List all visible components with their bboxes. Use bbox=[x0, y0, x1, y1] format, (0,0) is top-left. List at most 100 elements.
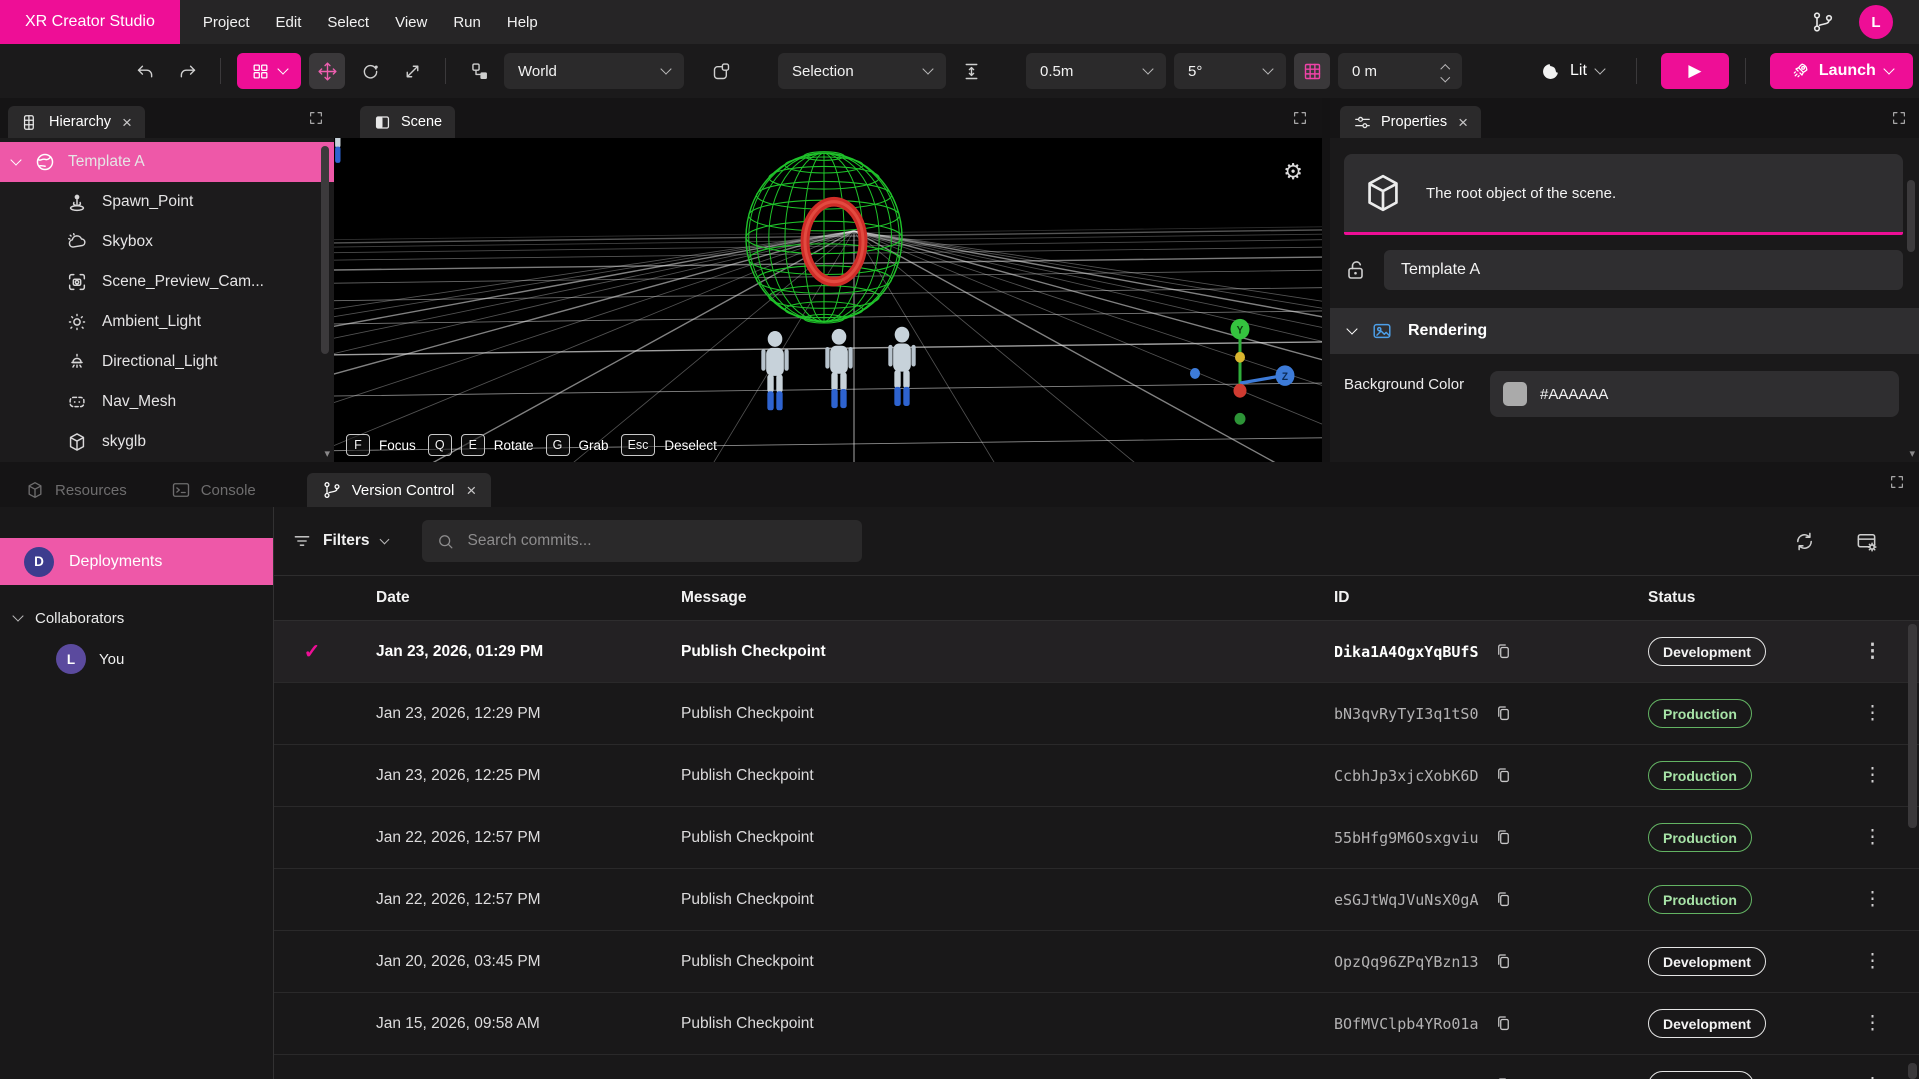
hierarchy-item-spawn-point[interactable]: Spawn_Point bbox=[0, 182, 334, 222]
menu-item-run[interactable]: Run bbox=[453, 14, 481, 31]
row-menu-button[interactable]: ⋮ bbox=[1863, 1014, 1882, 1033]
rendering-section-header[interactable]: Rendering bbox=[1330, 308, 1919, 354]
move-tool-button[interactable] bbox=[309, 53, 345, 89]
menu-item-project[interactable]: Project bbox=[203, 14, 250, 31]
properties-scrollbar[interactable] bbox=[1907, 180, 1915, 252]
row-menu-button[interactable]: ⋮ bbox=[1863, 642, 1882, 661]
menu-item-view[interactable]: View bbox=[395, 14, 427, 31]
tab-hierarchy[interactable]: Hierarchy × bbox=[8, 106, 145, 138]
shading-dropdown[interactable]: Lit bbox=[1540, 61, 1604, 82]
version-control-icon[interactable] bbox=[1811, 10, 1835, 34]
copy-icon[interactable] bbox=[1494, 827, 1513, 848]
close-icon[interactable]: × bbox=[466, 482, 476, 499]
pivot-mode-icon[interactable] bbox=[704, 54, 738, 88]
row-menu-button[interactable]: ⋮ bbox=[1863, 952, 1882, 971]
row-menu-button[interactable]: ⋮ bbox=[1863, 890, 1882, 909]
expand-icon[interactable] bbox=[1891, 110, 1907, 126]
user-avatar[interactable]: L bbox=[1859, 5, 1893, 39]
background-color-field[interactable]: #AAAAAA bbox=[1490, 371, 1899, 417]
scrollbar-thumb[interactable] bbox=[1907, 180, 1915, 252]
scrollbar-thumb[interactable] bbox=[321, 146, 329, 354]
menu-item-help[interactable]: Help bbox=[507, 14, 538, 31]
search-input[interactable] bbox=[466, 531, 848, 551]
tab-properties[interactable]: Properties × bbox=[1340, 106, 1481, 138]
table-scrollbar-end[interactable] bbox=[1908, 1063, 1917, 1079]
tab-scene[interactable]: Scene bbox=[360, 106, 455, 138]
commit-row[interactable]: Jan 23, 2026, 12:25 PMPublish Checkpoint… bbox=[274, 745, 1919, 807]
hierarchy-scrollbar[interactable] bbox=[321, 146, 329, 354]
scroll-more-icon: ▾ bbox=[324, 447, 330, 460]
refresh-icon[interactable] bbox=[1791, 528, 1817, 554]
copy-icon[interactable] bbox=[1494, 889, 1513, 910]
commit-row[interactable]: Jan 23, 2026, 12:29 PMPublish Checkpoint… bbox=[274, 683, 1919, 745]
hierarchy-item-skybox[interactable]: Skybox bbox=[0, 222, 334, 262]
rotate-snap-dropdown[interactable]: 5° bbox=[1174, 53, 1286, 89]
object-name-field[interactable]: Template A bbox=[1384, 250, 1903, 290]
commit-row[interactable]: ✓Jan 23, 2026, 01:29 PMPublish Checkpoin… bbox=[274, 621, 1919, 683]
hierarchy-item-skyglb[interactable]: skyglb bbox=[0, 422, 334, 462]
chevron-down-icon[interactable] bbox=[10, 154, 21, 165]
close-icon[interactable]: × bbox=[1458, 114, 1468, 131]
hierarchy-item-nav-mesh[interactable]: Nav_Mesh bbox=[0, 382, 334, 422]
copy-icon[interactable] bbox=[1494, 703, 1513, 724]
undo-button[interactable] bbox=[128, 54, 162, 88]
space-dropdown[interactable]: World bbox=[504, 53, 684, 89]
scene-3d-viewport[interactable]: Y Z ⚙ FFocusQERotateGGrabEscDeselect bbox=[334, 138, 1322, 462]
commit-row[interactable]: Jan 15, 2026, 09:58 AMPublish Checkpoint… bbox=[274, 993, 1919, 1055]
sidebar-item-collaborators[interactable]: Collaborators bbox=[0, 601, 273, 635]
stepper-arrows[interactable] bbox=[1442, 62, 1449, 80]
parenting-icon[interactable] bbox=[462, 54, 496, 88]
copy-icon[interactable] bbox=[1494, 1013, 1513, 1034]
commit-message: Publish Checkpoint bbox=[655, 953, 1308, 971]
copy-icon[interactable] bbox=[1494, 765, 1513, 786]
lock-open-icon[interactable] bbox=[1344, 258, 1368, 282]
tab-resources[interactable]: Resources bbox=[10, 473, 142, 507]
search-commits-box[interactable] bbox=[422, 520, 862, 562]
tab-console[interactable]: Console bbox=[156, 473, 271, 507]
scale-tool-button[interactable] bbox=[395, 54, 429, 88]
row-menu-button[interactable]: ⋮ bbox=[1863, 766, 1882, 785]
move-snap-dropdown[interactable]: 0.5m bbox=[1026, 53, 1166, 89]
hierarchy-item-directional-light[interactable]: Directional_Light bbox=[0, 342, 334, 382]
table-scrollbar-thumb[interactable] bbox=[1908, 624, 1917, 828]
row-menu-button[interactable]: ⋮ bbox=[1863, 704, 1882, 723]
commit-row[interactable]: Jan 22, 2026, 12:57 PMPublish Checkpoint… bbox=[274, 807, 1919, 869]
expand-icon[interactable] bbox=[1889, 474, 1905, 490]
hierarchy-item-label: Nav_Mesh bbox=[102, 393, 176, 411]
hierarchy-item-root[interactable]: Template A bbox=[0, 142, 334, 182]
scroll-more-icon: ▾ bbox=[1909, 447, 1915, 460]
tab-version-control[interactable]: Version Control × bbox=[307, 473, 492, 507]
sidebar-item-you[interactable]: L You bbox=[0, 639, 273, 679]
commit-row[interactable]: Jan 22, 2026, 12:57 PMPublish Checkpoint… bbox=[274, 869, 1919, 931]
rotate-tool-button[interactable] bbox=[353, 54, 387, 88]
copy-icon[interactable] bbox=[1494, 951, 1513, 972]
mesh-icon bbox=[66, 391, 88, 413]
elevation-stepper[interactable]: 0 m bbox=[1338, 53, 1462, 89]
hierarchy-item-ambient-light[interactable]: Ambient_Light bbox=[0, 302, 334, 342]
grid-snap-button[interactable] bbox=[1294, 53, 1330, 89]
expand-icon[interactable] bbox=[1292, 110, 1308, 126]
filters-button[interactable]: Filters bbox=[292, 531, 388, 551]
launch-button[interactable]: Launch bbox=[1770, 53, 1913, 89]
menu-item-select[interactable]: Select bbox=[327, 14, 369, 31]
add-object-button[interactable] bbox=[237, 53, 301, 89]
menu-item-edit[interactable]: Edit bbox=[276, 14, 302, 31]
commit-row[interactable]: Jan 20, 2026, 03:45 PMPublish Checkpoint… bbox=[274, 931, 1919, 993]
sidebar-item-deployments[interactable]: D Deployments bbox=[0, 538, 273, 585]
redo-button[interactable] bbox=[170, 54, 204, 88]
expand-icon[interactable] bbox=[308, 110, 324, 126]
panel-settings-icon[interactable] bbox=[1853, 528, 1879, 554]
viewport-settings-gear-icon[interactable]: ⚙ bbox=[1283, 160, 1303, 185]
vertical-snap-icon[interactable] bbox=[954, 54, 988, 88]
close-icon[interactable]: × bbox=[122, 114, 132, 131]
color-swatch[interactable] bbox=[1503, 382, 1527, 406]
play-button[interactable]: ▶ bbox=[1661, 53, 1729, 89]
rocket-icon bbox=[1790, 61, 1810, 81]
copy-icon[interactable] bbox=[1494, 641, 1513, 662]
hierarchy-item-scene-preview-cam-[interactable]: Scene_Preview_Cam... bbox=[0, 262, 334, 302]
commit-date: Jan 23, 2026, 01:29 PM bbox=[350, 643, 655, 661]
app-title[interactable]: XR Creator Studio bbox=[0, 0, 180, 44]
copy-icon[interactable] bbox=[1494, 1075, 1513, 1079]
row-menu-button[interactable]: ⋮ bbox=[1863, 828, 1882, 847]
pivot-dropdown[interactable]: Selection bbox=[778, 53, 946, 89]
